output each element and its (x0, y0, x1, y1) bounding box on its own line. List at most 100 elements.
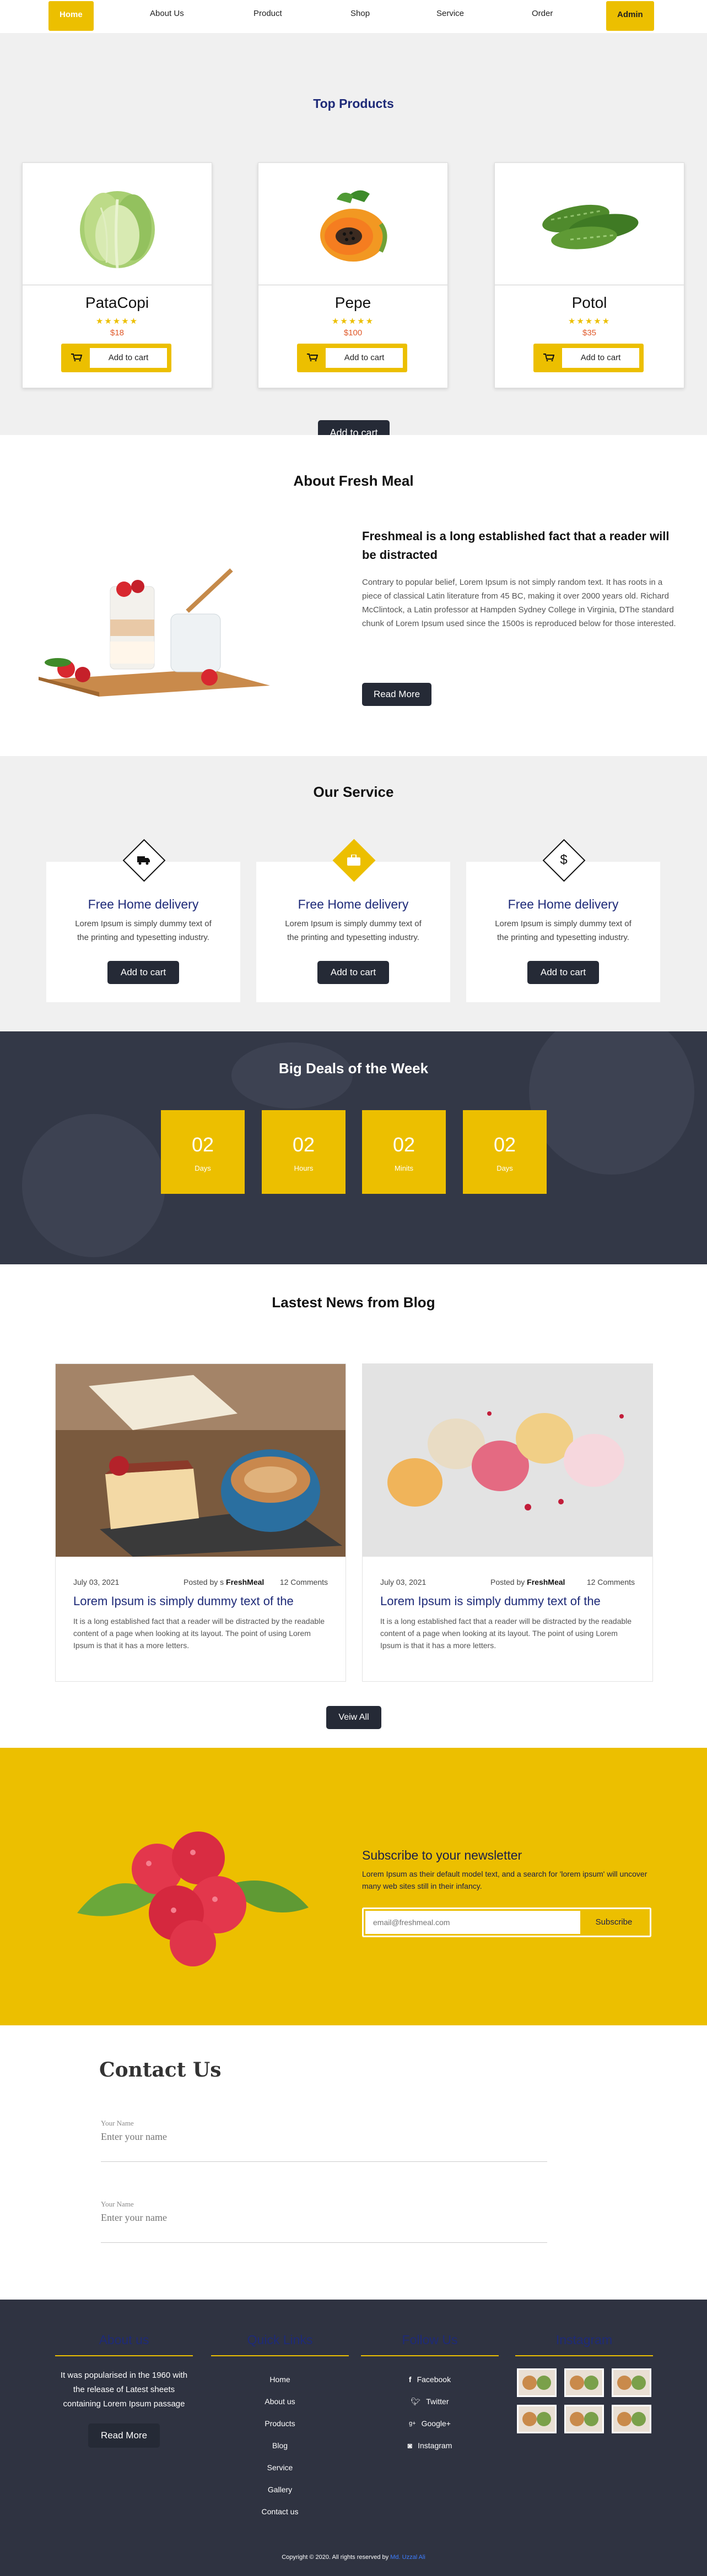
subscribe-button[interactable]: Subscribe (578, 1909, 650, 1936)
add-to-cart-button[interactable]: Add to cart (527, 961, 599, 984)
blog-card[interactable]: July 03, 2021 Posted by FreshMeal 12 Com… (362, 1363, 653, 1682)
footer-twitter-link[interactable]: 🐦︎ Twitter (361, 2390, 499, 2412)
footer-link-contact[interactable]: Contact us (211, 2501, 349, 2523)
nav-home[interactable]: Home (48, 1, 94, 31)
service-card: Free Home delivery Lorem Ipsum is simply… (256, 839, 450, 1002)
countdown-unit: Hours (294, 1164, 314, 1172)
blog-comments: 12 Comments (586, 1578, 635, 1586)
blog-date: July 03, 2021 (380, 1578, 427, 1586)
service-title: Free Home delivery (88, 897, 199, 911)
countdown-value: 02 (292, 1133, 315, 1156)
product-name: PataCopi (85, 294, 149, 311)
service-title: Free Home delivery (298, 897, 409, 911)
footer-read-more-button[interactable]: Read More (88, 2423, 160, 2448)
cabbage-image (23, 163, 212, 285)
nav-product[interactable]: Product (253, 9, 282, 18)
newsletter-text: Lorem Ipsum as their default model text,… (362, 1869, 647, 1890)
countdown-box: 02 Minits (362, 1110, 446, 1194)
cart-icon (71, 354, 82, 361)
product-card-patacopi: PataCopi ★★★★★ $18 Add to cart (22, 162, 212, 388)
dessert-image (28, 564, 281, 697)
footer-follow: Follow Us f Facebook 🐦︎ Twitter g+ Google+ … (361, 2333, 499, 2457)
pointed-gourd-image (495, 163, 684, 285)
product-card-potol: Potol ★★★★★ $35 Add to cart (494, 162, 684, 388)
name-input[interactable] (101, 2212, 547, 2224)
raspberry-image (66, 1803, 309, 1974)
blog-comments: 12 Comments (279, 1578, 328, 1586)
footer-about: About us It was popularised in the 1960 … (55, 2333, 193, 2448)
footer-link-service[interactable]: Service (211, 2457, 349, 2479)
service-text: Lorem Ipsum is simply dummy text of the … (285, 919, 422, 942)
product-price: $35 (582, 328, 597, 338)
contact-title: Contact Us (99, 2058, 222, 2082)
add-to-cart-label: Add to cart (90, 348, 167, 368)
blog-title: Lastest News from Blog (272, 1294, 435, 1311)
instagram-icon: ◙ (407, 2441, 413, 2450)
about-headline: Freshmeal is a long established fact tha… (362, 529, 670, 562)
instagram-thumbnail[interactable] (564, 2405, 604, 2433)
product-card-pepe: Pepe ★★★★★ $100 Add to cart (258, 162, 448, 388)
add-to-cart-button[interactable]: Add to cart (61, 344, 171, 372)
background-decoration (22, 1114, 165, 1257)
contact-section: Contact Us Your Name Your Name (0, 2025, 707, 2300)
papaya-image (258, 163, 447, 285)
read-more-button[interactable]: Read More (362, 683, 431, 706)
nav-about[interactable]: About Us (150, 9, 184, 18)
briefcase-icon (346, 852, 362, 868)
countdown-value: 02 (191, 1133, 214, 1156)
add-to-cart-button[interactable]: Add to cart (533, 344, 644, 372)
top-products-section: Top Products PataCopi ★★★★★ $18 Add to c… (0, 33, 707, 445)
nav-shop[interactable]: Shop (350, 9, 370, 18)
footer-instagram-link[interactable]: ◙ Instagram (361, 2434, 499, 2457)
name-field: Your Name (101, 2200, 547, 2243)
author-link[interactable]: Md. Uzzal Ali (390, 2554, 425, 2561)
service-section: Our Service Free Home delivery Lorem Ips… (0, 756, 707, 1031)
footer-about-text: It was popularised in the 1960 with the … (60, 2371, 188, 2409)
instagram-thumbnail[interactable] (612, 2405, 651, 2433)
background-decoration (529, 1031, 694, 1175)
blog-date: July 03, 2021 (73, 1578, 120, 1586)
name-field: Your Name (101, 2119, 547, 2162)
footer-link-gallery[interactable]: Gallery (211, 2479, 349, 2501)
instagram-thumbnail[interactable] (517, 2405, 557, 2433)
footer: About us It was popularised in the 1960 … (0, 2300, 707, 2576)
about-title: About Fresh Meal (293, 472, 414, 489)
footer-link-products[interactable]: Products (211, 2412, 349, 2434)
view-all-button[interactable]: Veiw All (326, 1706, 381, 1729)
service-title: Free Home delivery (508, 897, 619, 911)
footer-facebook-link[interactable]: f Facebook (361, 2368, 499, 2390)
add-to-cart-button[interactable]: Add to cart (107, 961, 179, 984)
add-to-cart-button[interactable]: Add to cart (297, 344, 407, 372)
name-input[interactable] (101, 2131, 547, 2143)
countdown-box: 02 Days (463, 1110, 547, 1194)
nav-order[interactable]: Order (532, 9, 553, 18)
cart-icon (543, 354, 554, 361)
footer-google-plus-link[interactable]: g+ Google+ (361, 2412, 499, 2434)
instagram-thumbnail[interactable] (564, 2368, 604, 2397)
nav-admin[interactable]: Admin (606, 1, 654, 31)
footer-link-home[interactable]: Home (211, 2368, 349, 2390)
blog-post-title[interactable]: Lorem Ipsum is simply dummy text of the (380, 1594, 601, 1608)
instagram-thumbnail[interactable] (517, 2368, 557, 2397)
blog-excerpt: It is a long established fact that a rea… (380, 1617, 632, 1650)
countdown-value: 02 (493, 1133, 516, 1156)
nav-service[interactable]: Service (436, 9, 464, 18)
email-input[interactable] (365, 1911, 580, 1934)
footer-instagram: Instagram (515, 2333, 653, 2433)
field-label: Your Name (101, 2200, 134, 2208)
newsletter-title: Subscribe to your newsletter (362, 1848, 522, 1862)
field-label: Your Name (101, 2119, 134, 2127)
product-name: Pepe (334, 294, 371, 311)
blog-card[interactable]: July 03, 2021 Posted by s FreshMeal 12 C… (55, 1363, 346, 1682)
add-to-cart-button[interactable]: Add to cart (317, 961, 389, 984)
instagram-thumbnail[interactable] (612, 2368, 651, 2397)
quick-links-title: Quick Links (211, 2333, 349, 2356)
cake-coffee-image (56, 1364, 346, 1557)
footer-link-about[interactable]: About us (211, 2390, 349, 2412)
footer-link-blog[interactable]: Blog (211, 2434, 349, 2457)
rating-stars: ★★★★★ (331, 317, 375, 326)
top-nav: Home About Us Product Shop Service Order… (0, 0, 707, 33)
blog-post-title[interactable]: Lorem Ipsum is simply dummy text of the (73, 1594, 294, 1608)
google-plus-icon: g+ (409, 2420, 416, 2427)
service-text: Lorem Ipsum is simply dummy text of the … (75, 919, 212, 942)
